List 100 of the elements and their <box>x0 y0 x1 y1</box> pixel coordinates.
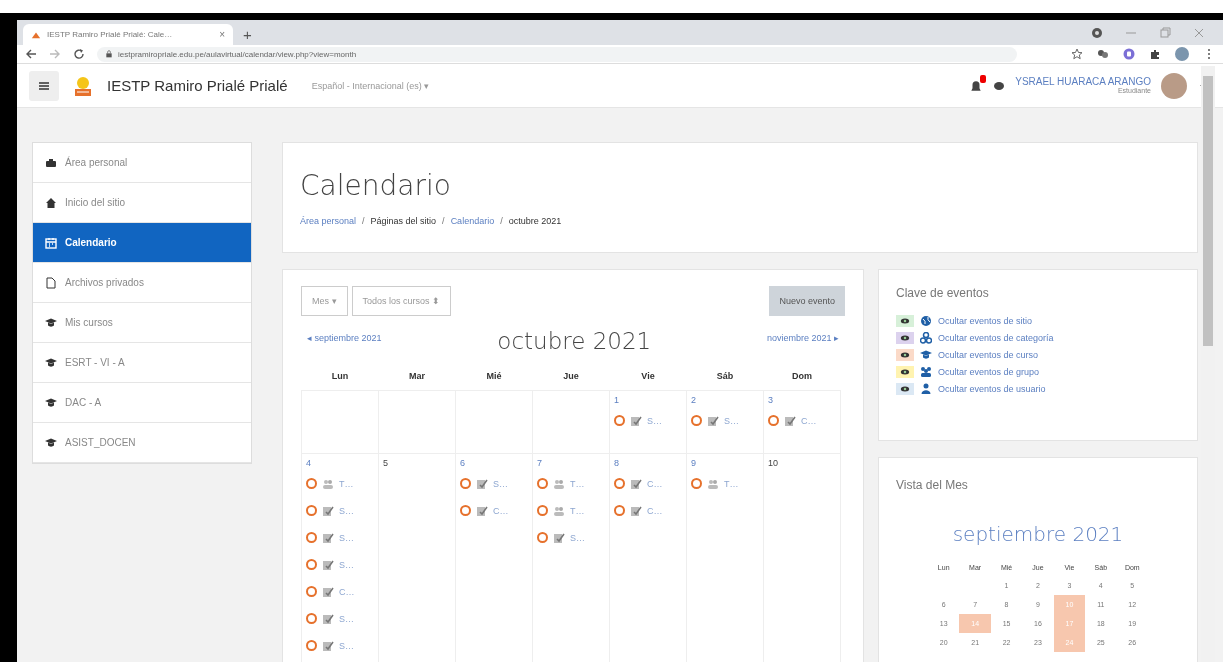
event-link[interactable]: S… <box>724 415 739 426</box>
forward-arrow-icon <box>49 48 61 60</box>
event-dot-icon <box>460 478 471 489</box>
event-dot-icon <box>460 505 471 516</box>
eye-icon[interactable] <box>896 314 914 327</box>
user-icon <box>920 382 932 395</box>
home-icon <box>45 196 57 209</box>
event-link[interactable]: T… <box>339 478 354 489</box>
day-number[interactable]: 1 <box>614 395 682 407</box>
back-arrow-icon <box>25 48 37 60</box>
weekday-header: Lun <box>301 362 379 391</box>
eye-icon[interactable] <box>896 365 914 378</box>
event-link[interactable]: S… <box>339 613 354 624</box>
file-icon <box>45 276 57 289</box>
event-link[interactable]: S… <box>339 559 354 570</box>
event-link[interactable]: T… <box>570 505 585 516</box>
eye-icon[interactable] <box>896 382 914 395</box>
weekday-header: Mié <box>455 362 533 391</box>
event-link[interactable]: S… <box>493 478 508 489</box>
event-link[interactable]: C… <box>339 586 355 597</box>
assignment-icon <box>784 414 796 427</box>
breadcrumb-item: octubre 2021 <box>508 216 562 226</box>
breadcrumb-separator: / <box>442 216 445 226</box>
event-link[interactable]: S… <box>647 415 662 426</box>
event-dot-icon <box>691 478 702 489</box>
course-select[interactable]: Todos los cursos ⬍ <box>351 286 452 316</box>
event-dot-icon <box>306 640 317 651</box>
event-link[interactable]: C… <box>493 505 509 516</box>
event-link[interactable]: T… <box>724 478 739 489</box>
page-title: Calendario <box>300 169 452 202</box>
event-link[interactable]: C… <box>647 505 663 516</box>
event-link[interactable]: C… <box>647 478 663 489</box>
eye-icon[interactable] <box>896 348 914 361</box>
day-number[interactable]: 3 <box>768 395 836 407</box>
day-number[interactable]: 10 <box>768 458 836 470</box>
browser-tab[interactable]: IESTP Ramiro Prialé Prialé: Cale… × <box>23 24 233 45</box>
hide-events-link[interactable]: Ocultar eventos de categoría <box>938 332 1054 343</box>
weekday-header: Sáb <box>686 362 764 391</box>
day-number[interactable]: 4 <box>306 458 374 470</box>
hide-events-link[interactable]: Ocultar eventos de curso <box>938 349 1039 360</box>
event-link[interactable]: C… <box>801 415 817 426</box>
weekday-header: Mar <box>378 362 456 391</box>
view-select[interactable]: Mes ▾ <box>301 286 348 316</box>
address-bar[interactable]: iestpramiroprialе.edu.pe/aulavirtual/calendar/view.php?view=month <box>97 46 1017 62</box>
weekday-header: Vie <box>609 362 687 391</box>
next-month-link[interactable]: noviembre 2021 ▸ <box>766 333 839 343</box>
previous-month-link[interactable]: ◂ septiembre 2021 <box>307 333 382 343</box>
event-dot-icon <box>691 415 702 426</box>
assignment-icon <box>322 585 334 598</box>
hide-events-link[interactable]: Ocultar eventos de sitio <box>938 315 1033 326</box>
weekday-header: Jue <box>532 362 610 391</box>
language-menu[interactable]: Español - Internacional (es) ▾ <box>311 80 430 91</box>
graduation-cap-icon <box>45 436 57 449</box>
day-number[interactable]: 9 <box>691 458 759 470</box>
menu-button[interactable] <box>29 70 59 101</box>
mini-month-title[interactable]: septiembre 2021 <box>896 522 1180 546</box>
day-number[interactable]: 8 <box>614 458 682 470</box>
hide-events-link[interactable]: Ocultar eventos de usuario <box>938 383 1046 394</box>
event-dot-icon <box>537 505 548 516</box>
day-number[interactable]: 5 <box>383 458 451 470</box>
profile-icon <box>1175 47 1189 61</box>
notification-badge <box>980 74 987 83</box>
graduation-cap-icon <box>45 316 57 329</box>
bell-icon <box>969 78 984 93</box>
sidebar-item[interactable]: Calendario <box>33 223 251 263</box>
graduation-cap-icon <box>45 396 57 409</box>
extension-icon <box>1123 48 1135 60</box>
event-dot-icon <box>537 478 548 489</box>
new-event-button[interactable]: Nuevo evento <box>769 286 845 316</box>
assignment-icon <box>322 531 334 544</box>
user-avatar[interactable] <box>1161 72 1187 99</box>
assignment-icon <box>553 531 565 544</box>
puzzle-icon <box>1149 48 1161 60</box>
breadcrumb-link[interactable]: Calendario <box>450 216 495 226</box>
breadcrumb-link[interactable]: Área personal <box>300 216 357 226</box>
site-name[interactable]: IESTP Ramiro Prialé Prialé <box>107 77 288 94</box>
month-title: octubre 2021 <box>497 327 652 354</box>
day-number[interactable]: 7 <box>537 458 605 470</box>
event-dot-icon <box>306 532 317 543</box>
event-link[interactable]: S… <box>339 505 354 516</box>
breadcrumb-item: Páginas del sitio <box>370 216 437 226</box>
event-link[interactable]: T… <box>570 478 585 489</box>
block-title: Clave de eventos <box>896 286 990 300</box>
graduation-cap-icon <box>920 348 932 361</box>
assignment-icon <box>322 639 334 652</box>
event-link[interactable]: S… <box>339 532 354 543</box>
assignment-icon <box>476 504 488 517</box>
eye-icon[interactable] <box>896 331 914 344</box>
new-tab-button[interactable]: + <box>239 26 256 43</box>
event-dot-icon <box>768 415 779 426</box>
event-link[interactable]: S… <box>339 640 354 651</box>
people-icon <box>553 477 565 490</box>
event-link[interactable]: S… <box>570 532 585 543</box>
event-dot-icon <box>614 505 625 516</box>
assignment-icon <box>476 477 488 490</box>
day-number[interactable]: 6 <box>460 458 528 470</box>
eye-shape-icon <box>900 333 910 342</box>
day-number[interactable]: 2 <box>691 395 759 407</box>
hide-events-link[interactable]: Ocultar eventos de grupo <box>938 366 1040 377</box>
reload-icon <box>73 48 85 60</box>
